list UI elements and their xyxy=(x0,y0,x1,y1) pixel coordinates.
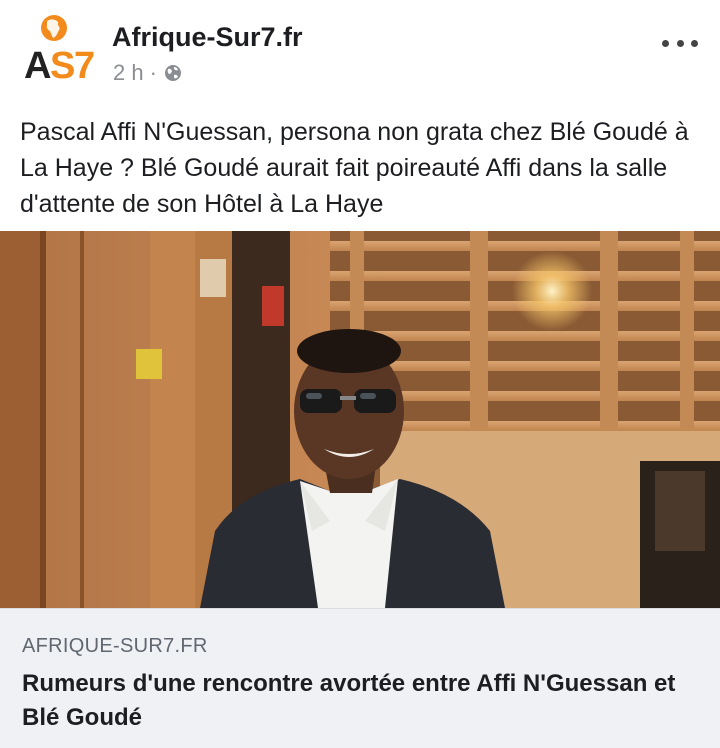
meta-separator: · xyxy=(149,60,157,85)
post-header: A S 7 Afrique-Sur7.fr 2 h · xyxy=(0,0,720,100)
post-photo[interactable] xyxy=(0,231,720,608)
svg-text:7: 7 xyxy=(74,45,95,87)
svg-text:S: S xyxy=(50,45,75,87)
page-avatar[interactable]: A S 7 xyxy=(18,12,98,92)
afrique-sur7-logo: A S 7 xyxy=(24,15,95,87)
more-options-dot xyxy=(691,39,698,47)
more-options-button[interactable] xyxy=(662,36,698,50)
link-domain: AFRIQUE-SUR7.FR xyxy=(22,635,208,657)
globe-icon[interactable] xyxy=(163,63,183,83)
post-caption: Pascal Affi N'Guessan, persona non grata… xyxy=(20,118,689,218)
more-options-icon xyxy=(662,39,669,47)
page-name[interactable]: Afrique-Sur7.fr xyxy=(112,22,303,53)
man-in-hotel-lobby-image xyxy=(0,231,720,608)
post-meta: 2 h · xyxy=(113,60,183,86)
svg-text:A: A xyxy=(24,45,51,87)
facebook-post: A S 7 Afrique-Sur7.fr 2 h · Pascal Affi … xyxy=(0,0,720,748)
link-preview[interactable]: AFRIQUE-SUR7.FR Rumeurs d'une rencontre … xyxy=(0,608,720,748)
link-title[interactable]: Rumeurs d'une rencontre avortée entre Af… xyxy=(22,667,682,735)
post-timestamp[interactable]: 2 h xyxy=(113,60,144,86)
more-options-dot xyxy=(676,39,684,47)
